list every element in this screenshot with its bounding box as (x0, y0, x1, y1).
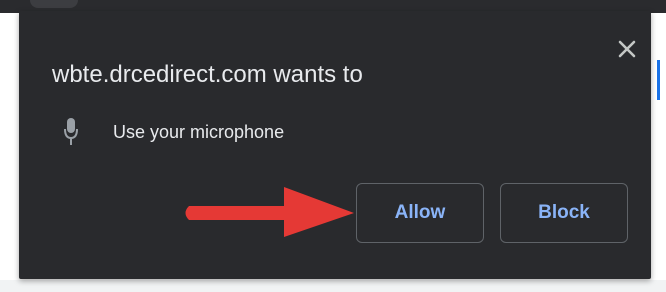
block-button[interactable]: Block (500, 183, 628, 243)
permission-row: Use your microphone (59, 112, 284, 152)
permission-label: Use your microphone (113, 121, 285, 142)
allow-button[interactable]: Allow (356, 183, 484, 243)
page-accent-line (657, 60, 660, 100)
prompt-title: wbte.drcedirect.com wants to (52, 61, 363, 88)
microphone-icon (59, 117, 83, 147)
page-background-strip (0, 280, 666, 292)
browser-tab-edge (30, 0, 78, 8)
close-icon (618, 40, 636, 58)
permission-prompt: wbte.drcedirect.com wants to Use your mi… (19, 11, 651, 279)
red-arrow-annotation (185, 187, 354, 237)
close-button[interactable] (609, 31, 645, 67)
